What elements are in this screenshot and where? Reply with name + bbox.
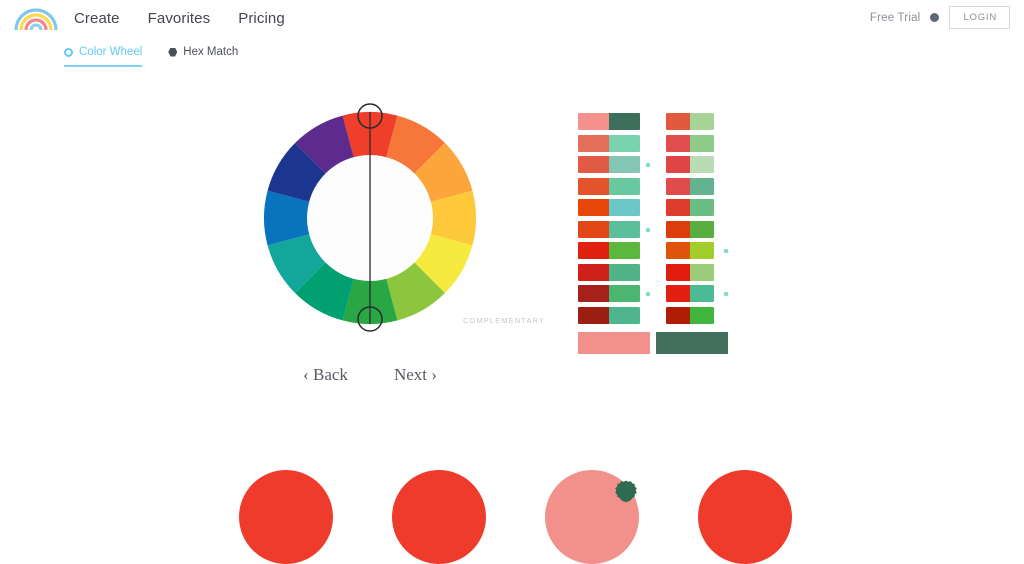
palette-swatch-left[interactable] — [666, 285, 690, 302]
tab-color-wheel[interactable]: Color Wheel — [64, 46, 143, 67]
palette-swatch-pair[interactable] — [664, 197, 716, 218]
top-navigation-bar: Create Favorites Pricing Free Trial LOGI… — [0, 0, 1024, 36]
selected-palette-swatches — [576, 330, 730, 356]
palette-swatch-left[interactable] — [578, 263, 609, 281]
preview-circles-row — [0, 470, 1024, 564]
login-button[interactable]: LOGIN — [949, 6, 1010, 29]
palette-swatch-pair[interactable] — [664, 111, 716, 132]
color-wheel-widget[interactable]: COMPLEMENTARY — [228, 76, 544, 360]
palette-swatch-left[interactable] — [666, 306, 690, 324]
palette-swatch-left[interactable] — [666, 199, 690, 216]
palette-swatch-pair[interactable] — [664, 154, 716, 175]
palette-swatch-left[interactable] — [666, 134, 690, 152]
palette-swatch-pair[interactable] — [576, 175, 642, 197]
palette-swatch-left[interactable] — [578, 285, 609, 302]
palette-swatch-pair[interactable] — [664, 132, 716, 154]
harmony-type-label: COMPLEMENTARY — [463, 316, 545, 325]
palette-swatch-pair[interactable] — [576, 218, 642, 240]
palette-selected-dot — [724, 249, 728, 253]
big-swatch-primary[interactable] — [576, 330, 652, 356]
tab-hex-match-label: Hex Match — [183, 46, 239, 58]
palette-swatch-pair[interactable] — [576, 240, 642, 261]
palette-swatch-right[interactable] — [690, 134, 714, 152]
palette-swatch-right[interactable] — [609, 220, 640, 238]
palette-swatch-left[interactable] — [666, 113, 690, 130]
palette-swatch-pair[interactable] — [576, 132, 642, 154]
palette-swatch-pair[interactable] — [576, 111, 642, 132]
palette-swatch-pair[interactable] — [664, 283, 716, 304]
header-right-actions: Free Trial LOGIN — [870, 6, 1010, 29]
rainbow-icon — [14, 8, 58, 31]
nav-item-create[interactable]: Create — [74, 10, 120, 27]
palette-swatch-pair[interactable] — [664, 218, 716, 240]
palette-swatch-right[interactable] — [609, 306, 640, 324]
big-swatch-complement[interactable] — [654, 330, 730, 356]
palette-swatch-left[interactable] — [578, 242, 609, 259]
nav-item-pricing[interactable]: Pricing — [238, 10, 285, 27]
palette-swatch-left[interactable] — [666, 242, 690, 259]
palette-swatch-pair[interactable] — [576, 304, 642, 326]
palette-swatch-left[interactable] — [578, 134, 609, 152]
free-trial-indicator-icon — [930, 13, 940, 22]
hex-icon — [168, 47, 178, 57]
mode-tabs: Color Wheel Hex Match — [64, 46, 238, 67]
back-button[interactable]: ‹ Back — [303, 365, 348, 385]
palette-swatch-left[interactable] — [578, 177, 609, 195]
palette-swatch-left[interactable] — [666, 177, 690, 195]
palette-swatch-right[interactable] — [609, 156, 640, 173]
palette-swatch-pair[interactable] — [664, 175, 716, 197]
palette-swatch-left[interactable] — [666, 220, 690, 238]
palette-selected-dot — [724, 292, 728, 296]
palette-swatch-right[interactable] — [690, 242, 714, 259]
palette-swatch-left[interactable] — [578, 220, 609, 238]
primary-nav: Create Favorites Pricing — [74, 10, 285, 27]
palette-swatch-right[interactable] — [609, 177, 640, 195]
gear-icon[interactable] — [608, 477, 644, 513]
nav-item-favorites[interactable]: Favorites — [148, 10, 211, 27]
palette-swatch-pair[interactable] — [576, 154, 642, 175]
palette-swatch-right[interactable] — [690, 156, 714, 173]
palette-selected-dot — [646, 292, 650, 296]
palette-swatch-left[interactable] — [578, 113, 609, 130]
palette-swatch-pair[interactable] — [576, 197, 642, 218]
palette-selected-dot — [646, 163, 650, 167]
palette-swatch-right[interactable] — [609, 134, 640, 152]
palette-swatch-pair[interactable] — [576, 261, 642, 283]
palette-swatch-pair[interactable] — [664, 304, 716, 326]
palette-selected-dot — [646, 227, 650, 232]
palette-swatch-right[interactable] — [609, 113, 640, 130]
palette-swatch-right[interactable] — [690, 177, 714, 195]
next-button[interactable]: Next › — [394, 365, 437, 385]
palette-swatch-right[interactable] — [609, 263, 640, 281]
palette-swatch-pair[interactable] — [576, 283, 642, 304]
palette-swatch-pair[interactable] — [664, 240, 716, 261]
tab-color-wheel-label: Color Wheel — [79, 46, 143, 58]
palette-swatch-left[interactable] — [666, 263, 690, 281]
palette-swatch-left[interactable] — [666, 156, 690, 173]
palette-swatch-left[interactable] — [578, 306, 609, 324]
palette-swatch-right[interactable] — [690, 220, 714, 238]
palette-swatch-left[interactable] — [578, 199, 609, 216]
palette-swatch-left[interactable] — [578, 156, 609, 173]
palette-swatch-right[interactable] — [609, 242, 640, 259]
brand-logo[interactable] — [8, 1, 64, 35]
preview-circle-1[interactable] — [239, 470, 333, 564]
palette-swatch-pair[interactable] — [664, 261, 716, 283]
preview-circle-2[interactable] — [392, 470, 486, 564]
preview-circle-4[interactable] — [698, 470, 792, 564]
palette-swatch-right[interactable] — [690, 113, 714, 130]
palette-swatch-right[interactable] — [609, 199, 640, 216]
wheel-step-navigation: ‹ Back Next › — [228, 365, 512, 385]
palette-swatch-right[interactable] — [609, 285, 640, 302]
palette-swatch-right[interactable] — [690, 306, 714, 324]
tab-hex-match[interactable]: Hex Match — [168, 46, 238, 65]
palette-swatch-right[interactable] — [690, 199, 714, 216]
free-trial-label: Free Trial — [869, 11, 921, 24]
palette-swatch-right[interactable] — [690, 263, 714, 281]
palette-swatch-right[interactable] — [690, 285, 714, 302]
circle-icon — [64, 47, 73, 57]
